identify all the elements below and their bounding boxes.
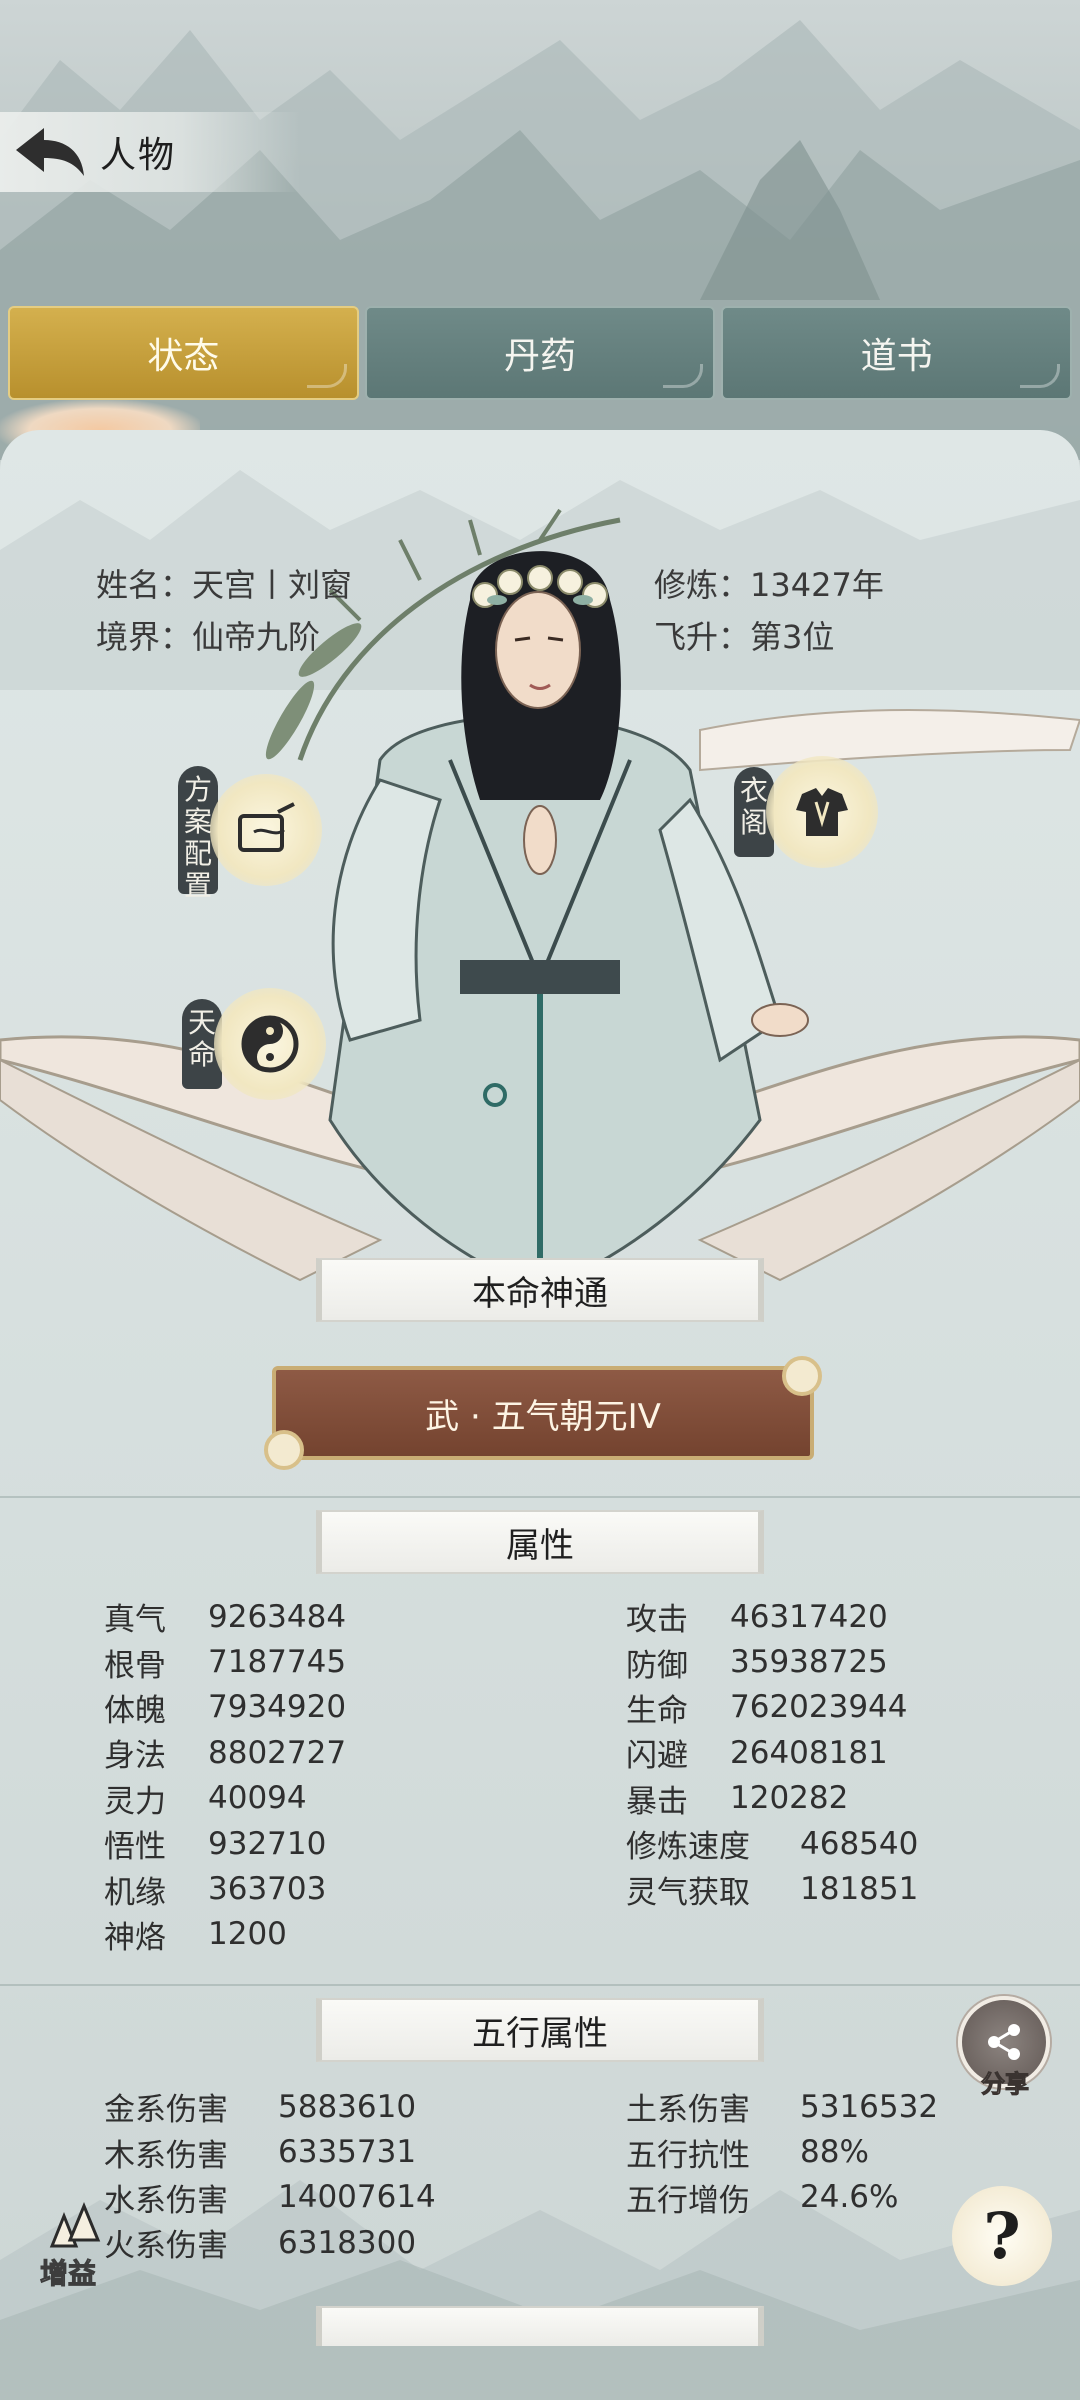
element-row: 木系伤害 6335731 [104, 2134, 417, 2174]
question-mark-icon: ? [983, 2198, 1021, 2274]
attributes-title: 属性 [316, 1510, 764, 1574]
cloud-corner-icon [264, 1430, 304, 1470]
tab-label: 道书 [860, 336, 933, 377]
innate-skill-title: 本命神通 [316, 1258, 764, 1322]
tab-bar: 状态 丹药 道书 [8, 306, 1073, 400]
attribute-row: 神烙 1200 [104, 1916, 287, 1956]
element-row: 金系伤害 5883610 [104, 2088, 417, 2129]
attribute-row: 悟性 932710 [104, 1825, 327, 1866]
buff-label: 增益 [39, 2257, 97, 2291]
elements-left-list: 金系伤害 5883610 木系伤害 6335731 水系伤害 14007614 火系伤… [104, 2084, 524, 2266]
innate-skill-value: 武 · 五气朝元IV [425, 1396, 661, 1437]
fate-button[interactable]: 天命 [182, 988, 326, 1100]
tab-books[interactable]: 道书 [721, 306, 1073, 400]
scroll-brush-icon [210, 774, 322, 886]
attribute-row: 生命 762023944 [626, 1689, 908, 1729]
ascension-row: 飞升：第3位 [654, 612, 834, 658]
help-button[interactable]: ? [952, 2186, 1052, 2286]
back-arrow-icon [16, 128, 84, 176]
back-button[interactable] [0, 112, 100, 192]
tab-status[interactable]: 状态 [8, 306, 359, 400]
element-row: 火系伤害 6318300 [104, 2224, 417, 2265]
name-label: 姓名： [96, 566, 193, 604]
attributes-right-list: 攻击 46317420 防御 35938725 生命 762023944 闪避 2640… [626, 1594, 1046, 1912]
share-label: 分享 [981, 2070, 1030, 2099]
attribute-row: 灵力 40094 [104, 1780, 307, 1820]
plan-config-button[interactable]: 方案配置 [178, 766, 322, 902]
realm-value: 仙帝九阶 [192, 618, 321, 656]
element-row: 水系伤害 14007614 [104, 2179, 436, 2219]
page-title: 人物 [100, 135, 177, 176]
attribute-row: 修炼速度 468540 [626, 1825, 919, 1866]
top-bar: 人物 [0, 112, 300, 192]
cloud-corner-icon [782, 1356, 822, 1396]
divider [0, 1496, 1080, 1498]
share-icon [988, 2024, 1020, 2060]
innate-skill-button[interactable]: 武 · 五气朝元IV [264, 1356, 822, 1470]
attribute-row: 闪避 26408181 [626, 1734, 888, 1775]
tab-label: 状态 [147, 336, 220, 377]
robe-icon [766, 756, 878, 868]
wardrobe-button[interactable]: 衣阁 [734, 756, 878, 868]
attribute-row: 机缘 363703 [104, 1871, 327, 1911]
realm-label: 境界： [96, 618, 193, 656]
five-elements-title: 五行属性 [316, 1998, 764, 2062]
attribute-row: 体魄 7934920 [104, 1689, 347, 1729]
attribute-row: 根骨 7187745 [104, 1644, 347, 1684]
name-row: 姓名：天宫丨刘窗 [96, 560, 352, 606]
attribute-row: 灵气获取 181851 [626, 1871, 919, 1911]
attribute-row: 真气 9263484 [104, 1598, 347, 1639]
tab-label: 丹药 [504, 336, 577, 377]
attribute-row: 防御 35938725 [626, 1644, 888, 1684]
element-row: 五行抗性 88% [626, 2134, 869, 2174]
cultivation-label: 修炼： [654, 566, 751, 604]
ascension-label: 飞升： [654, 618, 751, 656]
cloud-ornament-icon [306, 364, 347, 388]
cultivation-row: 修炼：13427年 [654, 560, 884, 606]
cultivation-value: 13427年 [750, 566, 884, 604]
attribute-row: 暴击 120282 [626, 1780, 849, 1820]
next-section-title [316, 2306, 764, 2346]
attributes-left-list: 真气 9263484 根骨 7187745 体魄 7934920 身法 8802727 … [104, 1594, 504, 1957]
player-name: 天宫丨刘窗 [192, 566, 353, 604]
divider [0, 1984, 1080, 1986]
tab-pills[interactable]: 丹药 [364, 306, 716, 400]
attribute-row: 身法 8802727 [104, 1734, 347, 1775]
cloud-ornament-icon [663, 364, 704, 388]
yin-yang-icon [214, 988, 326, 1100]
ascension-value: 第3位 [750, 618, 835, 656]
realm-row: 境界：仙帝九阶 [96, 612, 320, 658]
attribute-row: 攻击 46317420 [626, 1598, 888, 1639]
cloud-ornament-icon [1020, 364, 1061, 388]
